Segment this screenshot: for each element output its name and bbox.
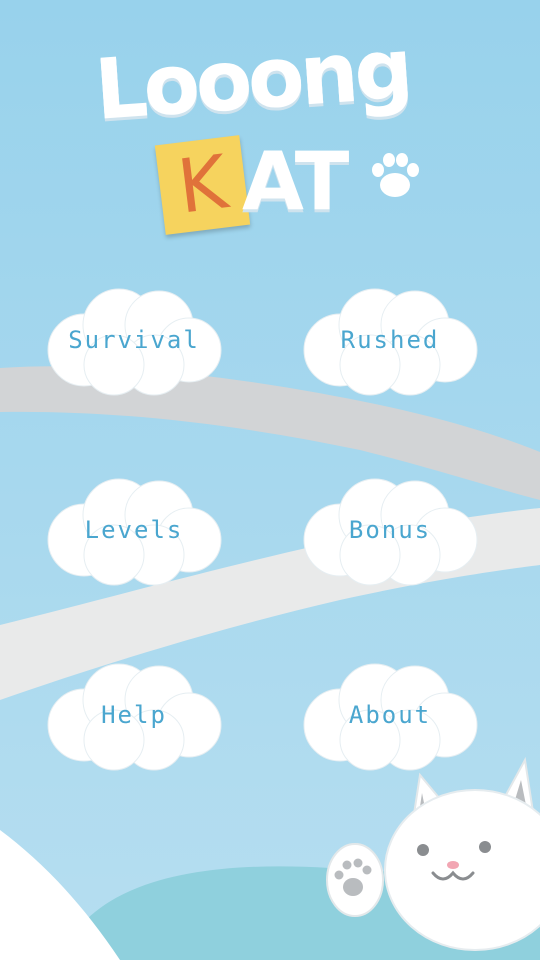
survival-button[interactable]: Survival: [44, 280, 224, 400]
help-button[interactable]: Help: [44, 655, 224, 775]
logo-word-kat: K AT: [154, 135, 360, 255]
cat-nose: [447, 861, 459, 869]
game-logo: Looong K AT: [92, 22, 445, 260]
cat-head: [384, 789, 540, 951]
rushed-label: Rushed: [340, 326, 440, 354]
cat-character: [326, 756, 540, 951]
levels-label: Levels: [84, 516, 184, 544]
cat-paw: [326, 843, 384, 917]
bonus-button[interactable]: Bonus: [300, 470, 480, 590]
cat-eye-left: [417, 844, 429, 856]
help-label: Help: [101, 701, 167, 729]
logo-word-looong: Looong: [92, 22, 413, 139]
sticky-note-letter: K: [154, 135, 251, 235]
logo-letters-at: AT: [242, 135, 349, 228]
rushed-button[interactable]: Rushed: [300, 280, 480, 400]
survival-label: Survival: [68, 326, 200, 354]
bonus-label: Bonus: [348, 516, 432, 544]
levels-button[interactable]: Levels: [44, 470, 224, 590]
cat-eye-right: [479, 841, 491, 853]
paw-icon: [372, 153, 419, 197]
